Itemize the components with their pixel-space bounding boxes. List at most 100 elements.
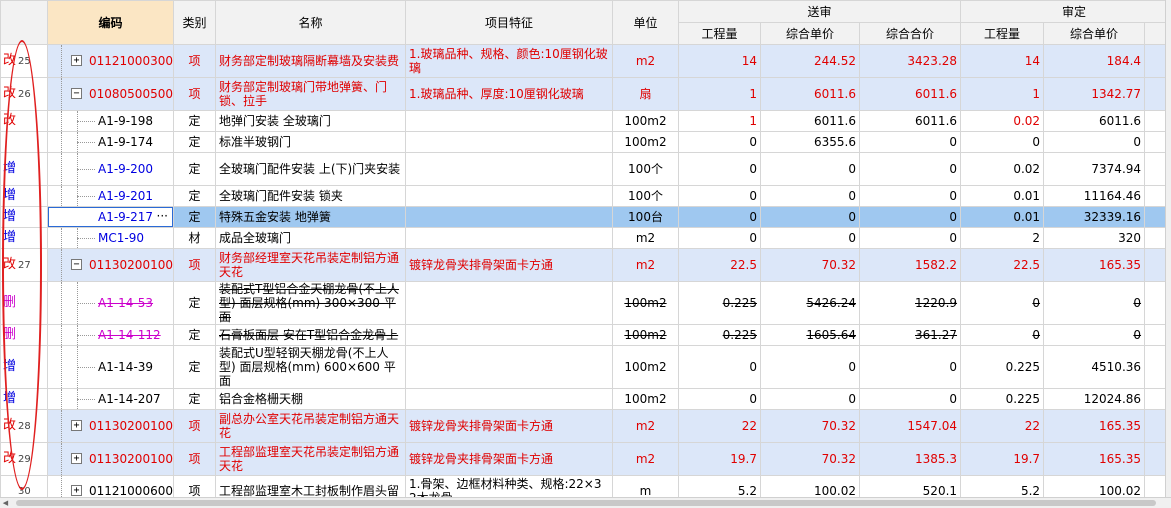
code-cell[interactable]: −010805005001	[47, 77, 174, 111]
unit-price-cell[interactable]: 100.02	[760, 475, 860, 497]
feature-cell[interactable]: 镀锌龙骨夹排骨架面卡方通	[405, 248, 613, 282]
name-cell[interactable]: 副总办公室天花吊装定制铝方通天花	[215, 409, 406, 443]
feature-cell[interactable]	[405, 281, 613, 325]
qty-check-cell[interactable]: 0.225	[960, 345, 1045, 389]
unit-price-cell[interactable]: 0	[760, 206, 860, 228]
collapse-icon[interactable]: −	[71, 88, 82, 99]
qty-cell[interactable]: 0	[678, 206, 761, 228]
table-row[interactable]: A1-9-174 定标准半玻钢门 100m2 0 6355.6 0 0 0	[0, 131, 1171, 153]
unit-price-cell[interactable]: 6011.6	[760, 77, 860, 111]
row-flag-cell[interactable]: 删	[0, 324, 48, 346]
code-cell[interactable]: +011210003001	[47, 44, 174, 78]
type-cell[interactable]: 项	[173, 77, 216, 111]
table-row[interactable]: 删 A1-14-53 定装配式T型铝合金天棚龙骨(不上人型) 面层规格(mm) 30…	[0, 281, 1171, 325]
unit-price-check-cell[interactable]: 184.4	[1043, 44, 1146, 78]
unit-price-check-cell[interactable]: 7374.94	[1043, 152, 1146, 186]
qty-cell[interactable]: 19.7	[678, 442, 761, 476]
name-cell[interactable]: 石膏板面层 安在T型铝合金龙骨上	[215, 324, 406, 346]
qty-check-cell[interactable]: 1	[960, 77, 1045, 111]
qty-cell[interactable]: 0	[678, 227, 761, 249]
unit-cell[interactable]: 100m2	[612, 345, 679, 389]
total-cell[interactable]: 0	[858, 185, 962, 207]
name-cell[interactable]: 标准半玻钢门	[215, 131, 406, 153]
col-header-type[interactable]: 类别	[173, 0, 216, 45]
feature-cell[interactable]	[405, 185, 613, 207]
code-cell[interactable]: MC1-90	[47, 227, 174, 249]
type-cell[interactable]: 项	[173, 248, 216, 282]
feature-cell[interactable]: 1.骨架、边框材料种类、规格:22×32木龙骨	[405, 475, 613, 497]
unit-price-cell[interactable]: 0	[760, 152, 860, 186]
qty-check-cell[interactable]: 22.5	[960, 248, 1045, 282]
total-cell[interactable]: 1582.2	[858, 248, 962, 282]
unit-price-cell[interactable]: 70.32	[760, 248, 860, 282]
type-cell[interactable]: 项	[173, 475, 216, 497]
unit-price-cell[interactable]: 6011.6	[760, 110, 860, 132]
unit-price-check-cell[interactable]: 165.35	[1043, 442, 1146, 476]
row-flag-cell[interactable]: 改	[0, 110, 48, 132]
total-cell[interactable]: 0	[858, 131, 962, 153]
unit-price-check-cell[interactable]: 165.35	[1043, 248, 1146, 282]
feature-cell[interactable]	[405, 131, 613, 153]
type-cell[interactable]: 定	[173, 324, 216, 346]
type-cell[interactable]: 定	[173, 281, 216, 325]
code-cell[interactable]: A1-9-200	[47, 152, 174, 186]
table-row[interactable]: 增 MC1-90 材成品全玻璃门 m2 0 0 0 2 320	[0, 227, 1171, 249]
table-row[interactable]: 增 A1-14-39 定装配式U型轻钢天棚龙骨(不上人型) 面层规格(mm) 600…	[0, 345, 1171, 389]
unit-price-cell[interactable]: 0	[760, 185, 860, 207]
unit-price-check-cell[interactable]: 0	[1043, 281, 1146, 325]
type-cell[interactable]: 项	[173, 44, 216, 78]
qty-check-cell[interactable]: 0.02	[960, 110, 1045, 132]
qty-check-cell[interactable]: 2	[960, 227, 1045, 249]
col-header-name[interactable]: 名称	[215, 0, 406, 45]
code-cell[interactable]: −011302001001	[47, 248, 174, 282]
total-cell[interactable]: 0	[858, 345, 962, 389]
total-cell[interactable]: 1547.04	[858, 409, 962, 443]
name-cell[interactable]: 财务部经理室天花吊装定制铝方通天花	[215, 248, 406, 282]
code-cell[interactable]: A1-14-112	[47, 324, 174, 346]
type-cell[interactable]: 定	[173, 388, 216, 410]
unit-price-check-cell[interactable]: 11164.46	[1043, 185, 1146, 207]
total-cell[interactable]: 0	[858, 227, 962, 249]
code-cell[interactable]: A1-9-174	[47, 131, 174, 153]
col-header-code[interactable]: 编码	[47, 0, 174, 45]
type-cell[interactable]: 定	[173, 345, 216, 389]
vertical-scrollbar[interactable]	[1165, 0, 1171, 497]
qty-cell[interactable]: 0	[678, 345, 761, 389]
row-flag-cell[interactable]: 增	[0, 227, 48, 249]
row-flag-cell[interactable]: 改 28	[0, 409, 48, 443]
total-cell[interactable]: 0	[858, 152, 962, 186]
table-row[interactable]: 改 A1-9-198 定地弹门安装 全玻璃门 100m2 1 6011.6 6011.6 0.…	[0, 110, 1171, 132]
type-cell[interactable]: 定	[173, 185, 216, 207]
row-flag-cell[interactable]: 改 27	[0, 248, 48, 282]
unit-cell[interactable]: m2	[612, 44, 679, 78]
expand-icon[interactable]: +	[71, 484, 82, 496]
unit-cell[interactable]: m2	[612, 248, 679, 282]
unit-cell[interactable]: m	[612, 475, 679, 497]
row-flag-cell[interactable]: 改 26	[0, 77, 48, 111]
row-flag-cell[interactable]: 增	[0, 345, 48, 389]
type-cell[interactable]: 材	[173, 227, 216, 249]
code-cell[interactable]: A1-14-207	[47, 388, 174, 410]
table-row[interactable]: 改 26−010805005001 项财务部定制玻璃门带地弹簧、门锁、拉手 1.玻璃品…	[0, 77, 1171, 111]
unit-price-check-cell[interactable]: 1342.77	[1043, 77, 1146, 111]
feature-cell[interactable]: 1.玻璃品种、厚度:10厘钢化玻璃	[405, 77, 613, 111]
table-row[interactable]: 改 25 +011210003001 项财务部定制玻璃隔断幕墙及安装费 1.玻璃品种、规…	[0, 44, 1171, 78]
qty-check-cell[interactable]: 0.225	[960, 388, 1045, 410]
qty-cell[interactable]: 22.5	[678, 248, 761, 282]
feature-cell[interactable]: 镀锌龙骨夹排骨架面卡方通	[405, 442, 613, 476]
feature-cell[interactable]	[405, 110, 613, 132]
unit-price-check-cell[interactable]: 165.35	[1043, 409, 1146, 443]
name-cell[interactable]: 全玻璃门配件安装 上(下)门夹安装	[215, 152, 406, 186]
total-cell[interactable]: 520.1	[858, 475, 962, 497]
unit-price-check-cell[interactable]: 4510.36	[1043, 345, 1146, 389]
unit-price-cell[interactable]: 0	[760, 345, 860, 389]
type-cell[interactable]: 定	[173, 206, 216, 228]
unit-cell[interactable]: m2	[612, 442, 679, 476]
total-cell[interactable]: 1220.9	[858, 281, 962, 325]
table-row[interactable]: 改 28 +011302001002 项副总办公室天花吊装定制铝方通天花 镀锌龙骨夹排骨…	[0, 409, 1171, 443]
col-header-unit[interactable]: 单位	[612, 0, 679, 45]
code-cell[interactable]: A1-14-39	[47, 345, 174, 389]
qty-check-cell[interactable]: 0	[960, 131, 1045, 153]
unit-cell[interactable]: 100个	[612, 152, 679, 186]
row-flag-cell[interactable]: 增	[0, 185, 48, 207]
